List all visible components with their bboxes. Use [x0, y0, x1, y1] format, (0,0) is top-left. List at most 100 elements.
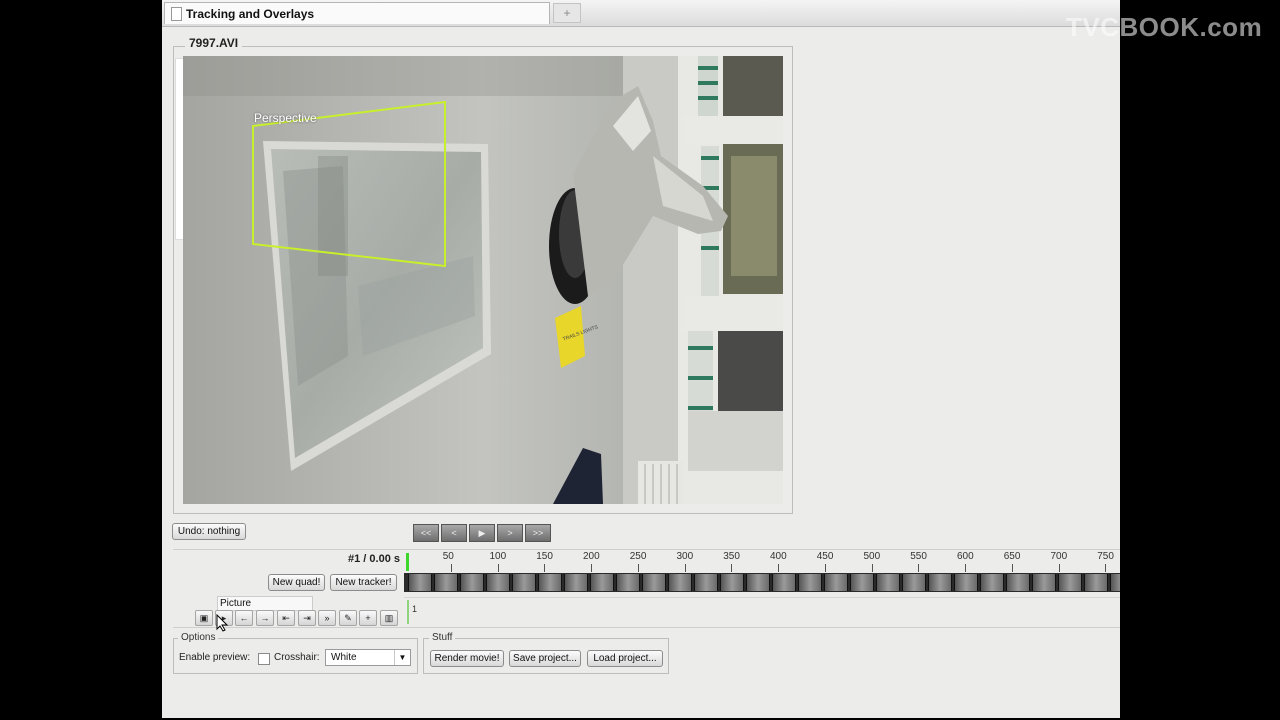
frame-thumbnail — [408, 574, 432, 591]
track-divider — [404, 597, 1120, 598]
timeline-tick-label: 300 — [676, 551, 694, 562]
skip-end-icon[interactable]: » — [318, 610, 336, 626]
timeline-tick-label: 750 — [1097, 551, 1114, 562]
frame-thumbnail — [798, 574, 822, 591]
undo-button[interactable]: Undo: nothing — [172, 523, 246, 540]
frame-thumbnail — [954, 574, 978, 591]
separator — [173, 549, 1120, 550]
frame-thumbnail — [1084, 574, 1108, 591]
crosshair-select[interactable]: White ▼ — [325, 649, 411, 666]
timeline-tick-mark — [497, 564, 499, 572]
frame-thumbnail — [668, 574, 692, 591]
arrow-left-icon[interactable]: ← — [235, 610, 253, 626]
enable-preview-checkbox[interactable] — [258, 653, 270, 665]
plus-icon: + — [563, 6, 571, 20]
frame-thumbnail — [850, 574, 874, 591]
timeline-tick-mark — [1011, 564, 1013, 572]
stuff-legend: Stuff — [429, 632, 456, 643]
wrench-icon[interactable]: ✎ — [339, 610, 357, 626]
frame-thumbnail — [772, 574, 796, 591]
frame-thumbnail — [720, 574, 744, 591]
jump-end-icon[interactable]: ⇥ — [298, 610, 316, 626]
timeline-tick-label: 350 — [723, 551, 740, 562]
track-name-input[interactable]: Picture — [217, 596, 313, 611]
watermark: TVCBOOK.com — [1066, 12, 1263, 42]
render-movie-button[interactable]: Render movie! — [430, 650, 504, 667]
frame-thumbnail — [1006, 574, 1030, 591]
timeline-tick-mark — [731, 564, 733, 572]
timeline-tick-mark — [871, 564, 873, 572]
frame-thumbnail — [746, 574, 770, 591]
new-quad-button[interactable]: New quad! — [268, 574, 325, 591]
options-legend: Options — [178, 632, 219, 643]
first-frame-button[interactable]: << — [413, 524, 439, 542]
timeline-tick-label: 450 — [816, 551, 834, 562]
new-tab-button[interactable]: + — [553, 3, 581, 23]
track-keyframe-bar[interactable] — [407, 600, 409, 624]
tab-title: Tracking and Overlays — [186, 7, 315, 21]
frame-thumbnail — [928, 574, 952, 591]
timeline-tick-label: 50 — [442, 551, 454, 562]
frame-thumbnail — [980, 574, 1004, 591]
timeline-tick-label: 550 — [910, 551, 927, 562]
tab-tracking-overlays[interactable]: Tracking and Overlays — [164, 2, 550, 24]
frame-thumbnail — [538, 574, 562, 591]
frame-thumbnail — [616, 574, 640, 591]
enable-preview-label: Enable preview: — [179, 652, 251, 663]
timeline-tick-label: 400 — [770, 551, 787, 562]
trash-icon[interactable]: ▥ — [380, 610, 398, 626]
timeline-tick-mark — [824, 564, 826, 572]
timeline-tick-mark — [544, 564, 546, 572]
frame-thumbnail — [460, 574, 484, 591]
document-icon — [171, 7, 182, 21]
timeline-tick-mark — [918, 564, 920, 572]
crosshair-label: Crosshair: — [274, 652, 320, 663]
timeline-ruler[interactable]: 50 100 150 200 250 300 350 400 450 500 550 600 650 70… — [404, 551, 1120, 573]
new-tracker-button[interactable]: New tracker! — [330, 574, 397, 591]
timeline-tick-label: 600 — [957, 551, 974, 562]
frame-thumbnail — [1032, 574, 1056, 591]
timeline-tick-mark — [778, 564, 779, 572]
frame-thumbnail — [876, 574, 900, 591]
timeline-tick-mark — [450, 564, 452, 572]
timeline-tick-mark — [1105, 564, 1107, 572]
mouse-cursor-icon — [216, 614, 228, 632]
timeline-tick-label: 100 — [489, 551, 507, 562]
frame-thumbnail — [486, 574, 510, 591]
last-frame-button[interactable]: >> — [525, 524, 551, 542]
next-frame-button[interactable]: > — [497, 524, 523, 542]
timeline-tick-mark — [637, 564, 639, 572]
frame-position-label: #1 / 0.00 s — [348, 553, 400, 565]
tab-bar: Tracking and Overlays + — [162, 0, 1120, 27]
frame-thumbnail — [590, 574, 614, 591]
frame-thumbnail — [564, 574, 588, 591]
add-icon[interactable]: + — [359, 610, 377, 626]
thumbnail-strip[interactable] — [404, 573, 1120, 592]
save-project-button[interactable]: Save project... — [509, 650, 581, 667]
chevron-down-icon: ▼ — [394, 650, 410, 665]
frame-thumbnail — [902, 574, 926, 591]
timeline-tick-mark — [684, 564, 686, 572]
play-button[interactable]: ▶ — [469, 524, 495, 542]
frame-thumbnail — [642, 574, 666, 591]
frame-thumbnail — [512, 574, 536, 591]
frame-thumbnail — [694, 574, 718, 591]
crosshair-value: White — [331, 652, 357, 663]
timeline-tick-mark — [965, 564, 966, 572]
overlay-label: Perspective — [254, 111, 317, 125]
video-filename: 7997.AVI — [185, 36, 243, 50]
camera-icon[interactable]: ▣ — [195, 610, 213, 626]
frame-thumbnail — [1110, 574, 1120, 591]
timeline-tick-label: 650 — [1003, 551, 1021, 562]
jump-start-icon[interactable]: ⇤ — [277, 610, 295, 626]
prev-frame-button[interactable]: < — [441, 524, 467, 542]
timeline-tick-label: 200 — [583, 551, 600, 562]
playhead-marker[interactable] — [406, 553, 409, 571]
timeline-tick-label: 250 — [629, 551, 647, 562]
timeline-tick-mark — [591, 564, 592, 572]
track-start-frame: 1 — [412, 604, 418, 614]
timeline-tick-label: 500 — [863, 551, 881, 562]
load-project-button[interactable]: Load project... — [587, 650, 663, 667]
arrow-right-icon[interactable]: → — [256, 610, 274, 626]
timeline-tick-label: 150 — [536, 551, 553, 562]
